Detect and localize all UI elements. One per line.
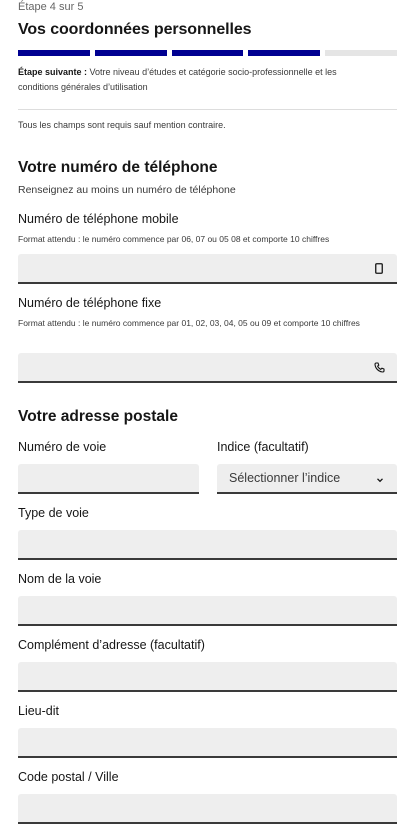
postal-code-city-input[interactable]	[18, 794, 397, 824]
next-step-details: Étape suivante : Votre niveau d’études e…	[18, 65, 378, 95]
street-name-input[interactable]	[18, 596, 397, 626]
mobile-phone-label: Numéro de téléphone mobile	[18, 212, 179, 226]
street-index-label: Indice (facultatif)	[217, 440, 309, 454]
landline-phone-icon	[373, 361, 385, 373]
landline-phone-input[interactable]	[18, 353, 397, 383]
required-fields-note: Tous les champs sont requis sauf mention…	[18, 120, 226, 130]
stepper-progress	[18, 50, 397, 56]
chevron-down-icon	[375, 472, 385, 483]
progress-step-1	[18, 50, 90, 56]
address-section-title: Votre adresse postale	[18, 408, 178, 425]
street-name-label: Nom de la voie	[18, 572, 102, 586]
divider	[18, 109, 397, 110]
street-index-select[interactable]: Sélectionner l’indice	[217, 464, 397, 494]
address-complement-label: Complément d’adresse (facultatif)	[18, 638, 205, 652]
street-type-input[interactable]	[18, 530, 397, 560]
progress-step-5	[325, 50, 397, 56]
mobile-phone-input[interactable]	[18, 254, 397, 284]
phone-section-hint: Renseignez au moins un numéro de télépho…	[18, 184, 236, 196]
street-index-selected: Sélectionner l’indice	[229, 471, 341, 485]
progress-step-3	[171, 50, 244, 56]
street-type-label: Type de voie	[18, 506, 89, 520]
step-label: Étape 4 sur 5	[18, 1, 84, 13]
phone-section-title: Votre numéro de téléphone	[18, 159, 218, 176]
address-complement-input[interactable]	[18, 662, 397, 692]
landline-phone-label: Numéro de téléphone fixe	[18, 296, 162, 310]
locality-input[interactable]	[18, 728, 397, 758]
mobile-phone-hint: Format attendu : le numéro commence par …	[18, 234, 330, 244]
next-step-label: Étape suivante :	[18, 67, 88, 77]
postal-code-city-label: Code postal / Ville	[18, 770, 119, 784]
locality-label: Lieu-dit	[18, 704, 59, 718]
landline-phone-hint: Format attendu : le numéro commence par …	[18, 318, 360, 328]
page-title: Vos coordonnées personnelles	[18, 21, 252, 38]
street-number-label: Numéro de voie	[18, 440, 107, 454]
progress-step-4	[248, 50, 321, 56]
street-number-input[interactable]	[18, 464, 199, 494]
progress-step-2	[94, 50, 167, 56]
mobile-phone-icon	[373, 262, 385, 274]
